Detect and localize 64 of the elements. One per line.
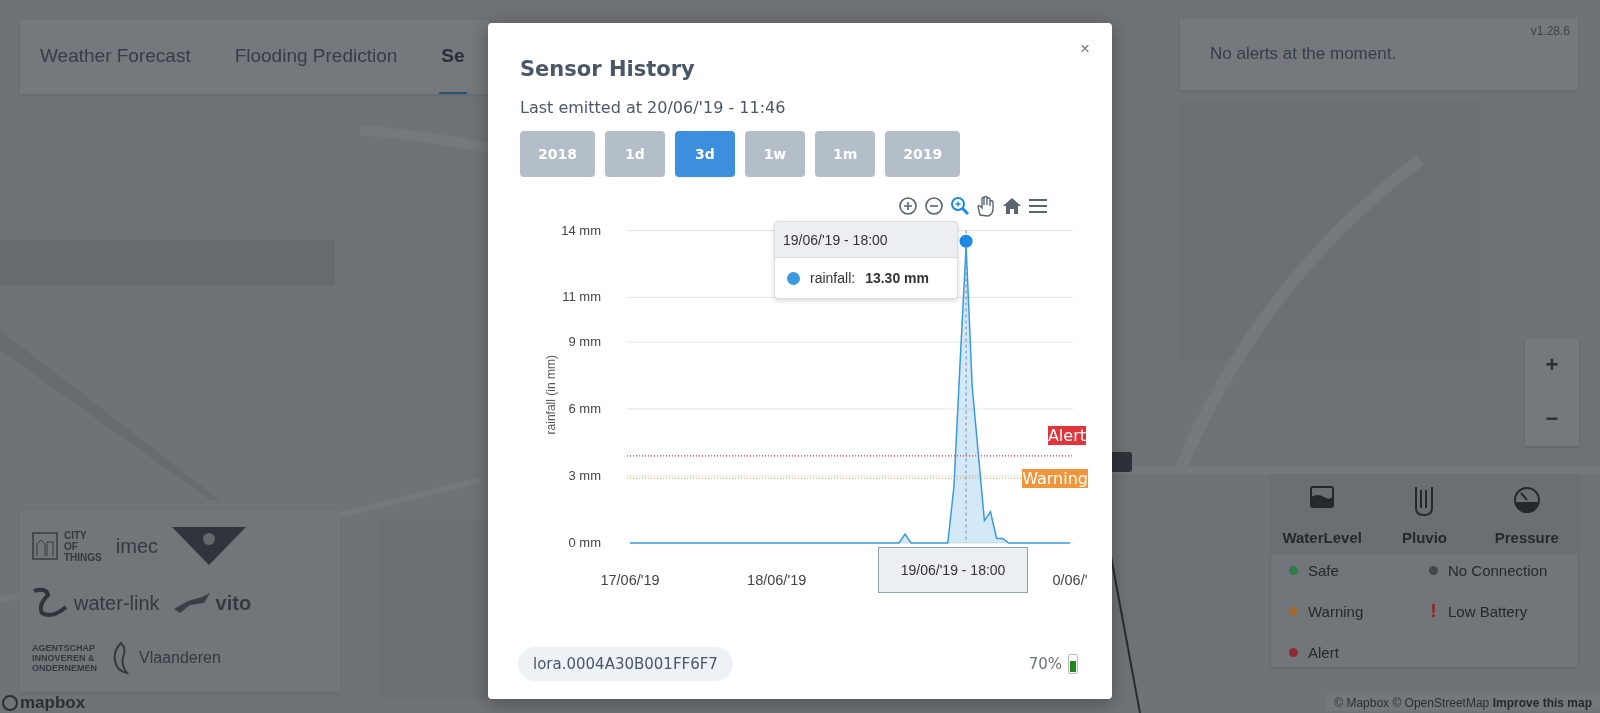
y-tick-label: 9 mm	[568, 334, 601, 350]
range-button[interactable]: 2018	[520, 131, 595, 177]
logo-text: vito	[215, 591, 252, 615]
gauge-icon	[1512, 486, 1541, 514]
hand-icon[interactable]	[976, 195, 996, 217]
threshold-label: Warning	[1022, 469, 1088, 489]
improve-map-link[interactable]: Improve this map	[1492, 696, 1592, 710]
sensor-type-label[interactable]: Pluvio	[1402, 529, 1447, 546]
threshold-label: Alert	[1047, 425, 1086, 445]
logo-text: AGENTSCHAP INNOVEREN & ONDERNEMEN	[32, 643, 97, 673]
y-tick-label: 6 mm	[568, 401, 601, 417]
x-tick-label: 18/06/'19	[747, 572, 807, 588]
tooltip-title: 19/06/'19 - 18:00	[775, 222, 957, 258]
zoom-in-icon[interactable]	[898, 196, 918, 216]
range-button[interactable]: 1m	[814, 131, 876, 177]
tooltip-value: 13.30 mm	[865, 270, 929, 286]
crosshair-x-label: 19/06/'19 - 18:00	[878, 547, 1029, 593]
water-tank-icon	[1310, 486, 1335, 508]
logo-text: CITY OF THINGS	[64, 529, 102, 563]
legend-label: No Connection	[1448, 562, 1548, 579]
range-button[interactable]: 3d	[674, 131, 735, 177]
zoom-out-icon[interactable]	[924, 196, 944, 216]
last-emitted-text: Last emitted at 20/06/'19 - 11:46	[520, 98, 787, 117]
sensor-type-label[interactable]: WaterLevel	[1282, 529, 1362, 546]
zoom-in-button[interactable]: +	[1525, 338, 1579, 392]
tooltip-series: rainfall:	[810, 270, 856, 286]
y-tick-label: 14 mm	[561, 222, 601, 238]
alert-message: No alerts at the moment.	[1210, 44, 1397, 64]
magnifier-icon[interactable]	[950, 196, 970, 216]
range-button[interactable]: 1d	[604, 131, 665, 177]
logo-text: water-link	[74, 591, 160, 615]
tab[interactable]: Flooding Prediction	[232, 20, 400, 94]
legend-label: Low Battery	[1448, 603, 1528, 620]
close-button[interactable]: ×	[1076, 39, 1094, 59]
tab[interactable]: Weather Forecast	[38, 20, 193, 94]
menu-icon[interactable]	[1028, 198, 1048, 214]
legend-label: Safe	[1308, 562, 1339, 579]
logo-text: imec	[115, 534, 158, 558]
x-tick-label: 17/06/'19	[600, 572, 660, 588]
logo-text: Vlaanderen	[139, 649, 221, 667]
legend-label: Warning	[1308, 603, 1364, 620]
battery-reading: 70%	[1028, 655, 1062, 673]
mapbox-logo[interactable]: mapbox	[2, 693, 86, 713]
zoom-out-button[interactable]: −	[1525, 392, 1579, 446]
device-id-chip: lora.0004A30B001FF6F7	[518, 647, 733, 681]
y-tick-label: 3 mm	[568, 468, 601, 484]
range-button[interactable]: 2019	[885, 131, 961, 177]
y-axis-title: rainfall (in mm)	[544, 355, 558, 435]
home-icon[interactable]	[1002, 197, 1022, 215]
y-tick-label: 0 mm	[568, 535, 601, 550]
data-point	[959, 234, 973, 248]
y-tick-label: 11 mm	[562, 289, 601, 305]
building-icon	[32, 532, 58, 560]
exclamation-mark: !	[1429, 601, 1438, 622]
range-button[interactable]: 1w	[744, 131, 805, 177]
tab[interactable]: Se	[439, 20, 467, 94]
x-tick-label: 0/06/'	[1052, 572, 1088, 588]
leaping-animal-icon	[173, 593, 210, 613]
dialog-title: Sensor History	[520, 57, 696, 81]
wave-logo-icon	[32, 587, 68, 619]
legend-label: Alert	[1308, 644, 1339, 661]
shield-logo-icon	[172, 527, 246, 565]
sensor-type-label[interactable]: Pressure	[1494, 529, 1559, 546]
rain-gauge-icon	[1413, 486, 1436, 516]
